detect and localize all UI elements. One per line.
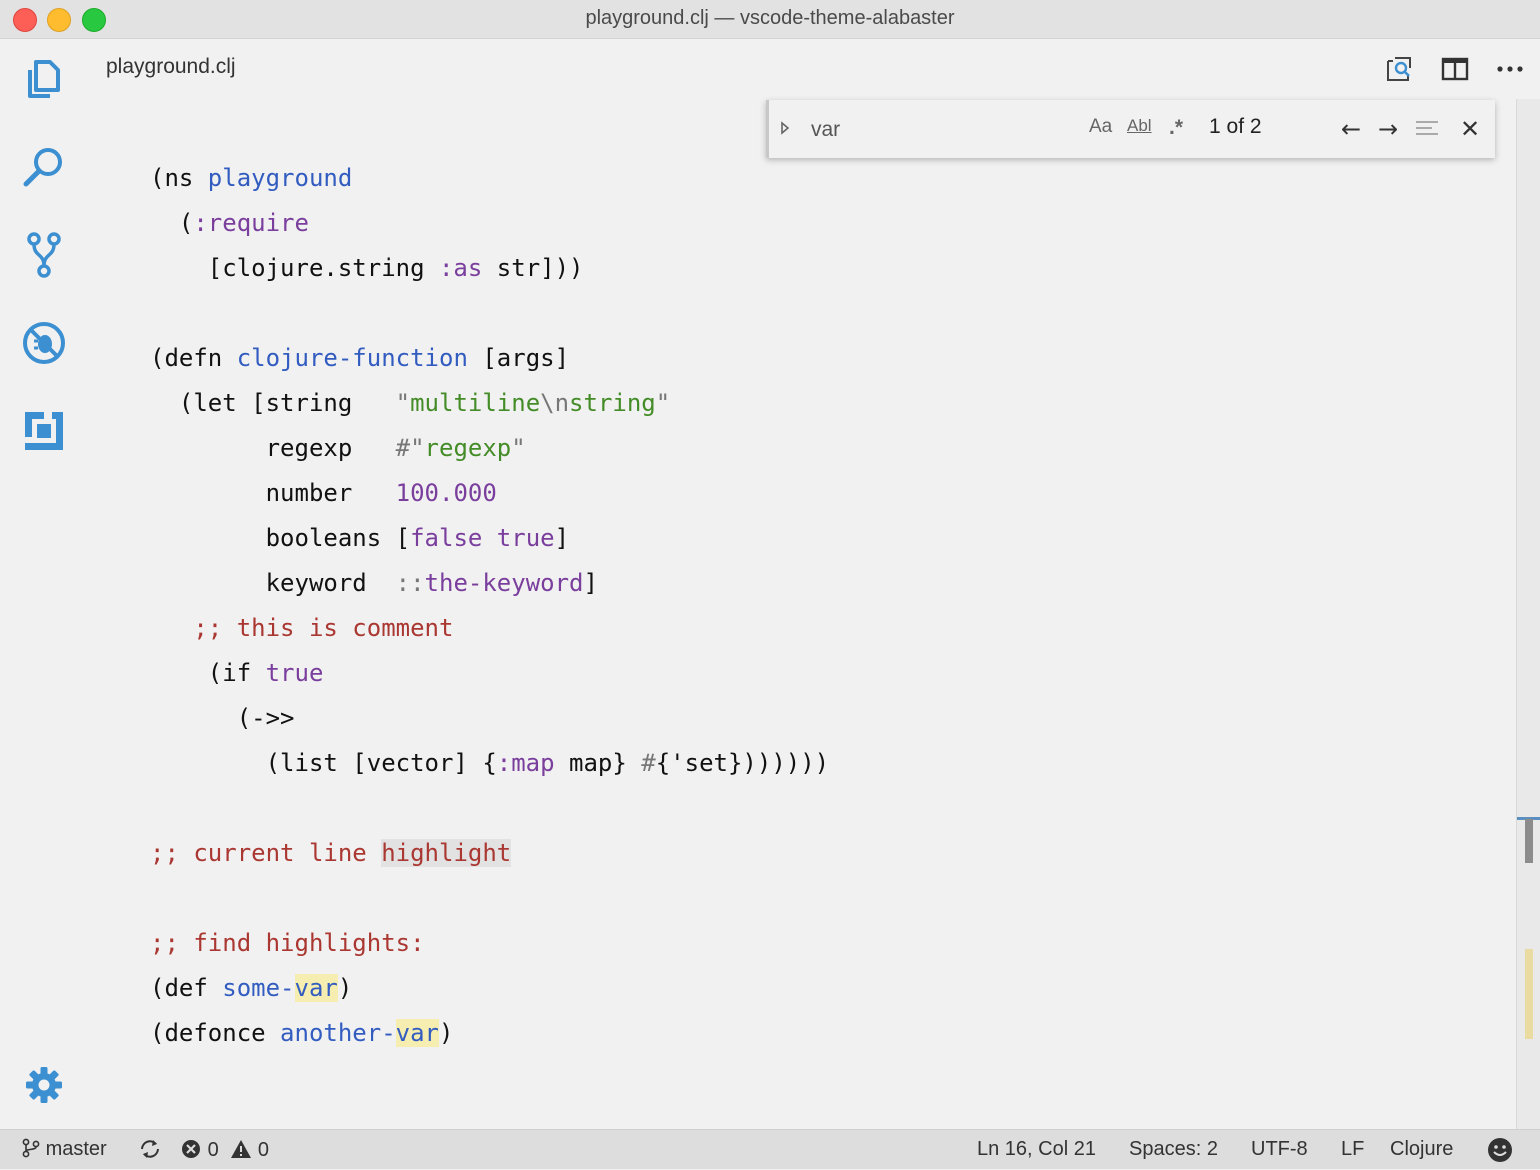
open-preview-icon[interactable] <box>1384 54 1414 84</box>
tab-playground[interactable]: playground.clj <box>106 55 236 79</box>
match-whole-word-button[interactable]: Abl <box>1127 116 1152 136</box>
branch-status[interactable]: master <box>22 1138 107 1161</box>
code-line: keyword ::the-keyword] <box>150 569 598 597</box>
window-title: playground.clj — vscode-theme-alabaster <box>585 7 955 29</box>
code-line: booleans [false true] <box>150 524 570 552</box>
language-mode[interactable]: Clojure <box>1390 1138 1453 1161</box>
git-branch-icon <box>22 1138 40 1158</box>
code-line: (def some-var) <box>150 974 353 1002</box>
match-case-button[interactable]: Aa <box>1089 116 1112 138</box>
code-line: (let [string "multiline\nstring" <box>150 389 671 417</box>
warning-icon <box>231 1140 252 1158</box>
code-editor[interactable]: (ns playground (:require [clojure.string… <box>88 99 1516 1129</box>
extensions-icon[interactable] <box>20 407 68 455</box>
current-line-highlight: highlight <box>381 839 512 867</box>
code-line: (defonce another-var) <box>150 1019 454 1047</box>
code-line: (->> <box>150 704 295 732</box>
code-line: (ns playground <box>150 164 353 192</box>
cursor-position[interactable]: Ln 16, Col 21 <box>977 1138 1096 1161</box>
problems-status[interactable]: 0 0 <box>180 1138 269 1162</box>
code-line: regexp #"regexp" <box>150 434 526 462</box>
more-actions-icon[interactable] <box>1495 54 1525 84</box>
find-in-selection-icon[interactable] <box>1413 116 1441 146</box>
find-widget: Aa Abl .* 1 of 2 ← → ✕ <box>766 100 1495 158</box>
code-line: number 100.000 <box>150 479 497 507</box>
next-match-button[interactable]: → <box>1374 114 1402 144</box>
code-line: (list [vector] {:map map} #{'set})))))) <box>150 749 830 777</box>
editor-tab-bar: playground.clj <box>88 39 1540 99</box>
branch-name: master <box>45 1138 107 1160</box>
files-icon[interactable] <box>20 55 68 103</box>
status-bar: master 0 0 Ln 16, Col 21 Spaces: 2 UTF-8… <box>0 1129 1540 1169</box>
encoding-status[interactable]: UTF-8 <box>1251 1138 1308 1161</box>
match-count: 1 of 2 <box>1209 115 1262 138</box>
search-icon[interactable] <box>20 143 68 191</box>
find-match-highlight: var <box>294 974 338 1002</box>
indentation-status[interactable]: Spaces: 2 <box>1129 1138 1218 1161</box>
toggle-replace-icon[interactable] <box>779 120 791 140</box>
code-line: (defn clojure-function [args] <box>150 344 570 372</box>
find-input[interactable] <box>809 112 1093 148</box>
smiley-icon[interactable] <box>1486 1136 1514 1170</box>
find-match-marker <box>1525 949 1533 1039</box>
vertical-scrollbar[interactable] <box>1516 99 1540 1129</box>
find-match-highlight: var <box>395 1019 439 1047</box>
close-find-button[interactable]: ✕ <box>1456 114 1484 144</box>
split-editor-icon[interactable] <box>1440 54 1470 84</box>
error-icon <box>182 1140 200 1158</box>
previous-match-button[interactable]: ← <box>1337 114 1365 144</box>
title-bar: playground.clj — vscode-theme-alabaster <box>0 0 1540 39</box>
sync-icon[interactable] <box>138 1137 162 1167</box>
use-regex-button[interactable]: .* <box>1169 116 1183 140</box>
code-line: (if true <box>150 659 324 687</box>
gear-icon[interactable] <box>22 1063 66 1107</box>
code-line: ;; this is comment <box>150 614 454 642</box>
code-line: (:require <box>150 209 309 237</box>
eol-status[interactable]: LF <box>1341 1138 1364 1161</box>
scrollbar-thumb[interactable] <box>1525 819 1533 863</box>
warning-count: 0 <box>257 1139 269 1161</box>
debug-icon[interactable] <box>20 319 68 367</box>
code-line: [clojure.string :as str])) <box>150 254 584 282</box>
error-count: 0 <box>207 1139 219 1161</box>
activity-bar <box>0 39 88 1129</box>
code-line: ;; find highlights: <box>150 929 425 957</box>
current-line: ;; current line highlight <box>150 839 512 867</box>
source-control-icon[interactable] <box>20 231 68 279</box>
